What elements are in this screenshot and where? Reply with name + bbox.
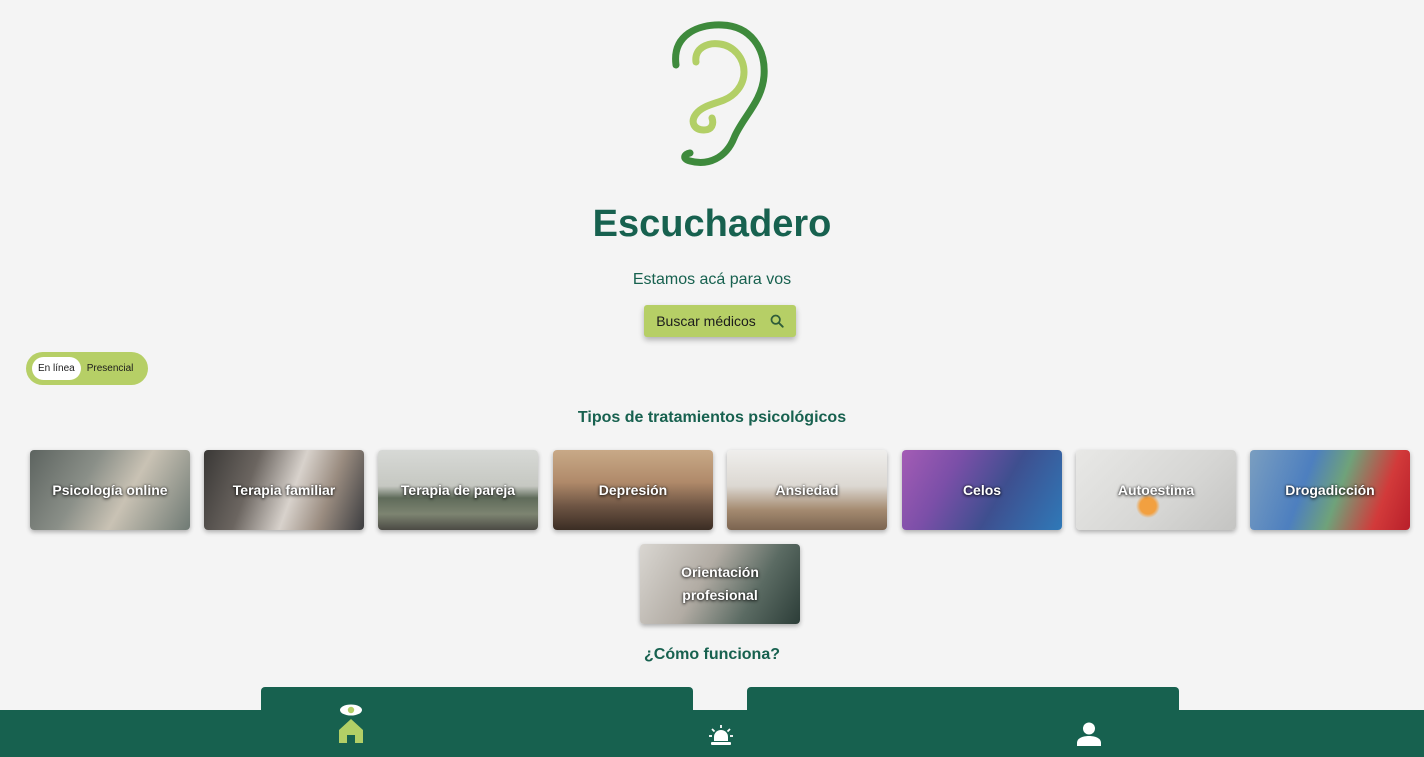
card-label: Autoestima <box>1117 481 1195 498</box>
search-icon <box>770 314 784 328</box>
card-label: Terapia de pareja <box>400 481 516 498</box>
treatment-card-depresion[interactable]: Depresión <box>553 450 713 530</box>
card-label: Depresión <box>598 481 668 498</box>
treatments-title: Tipos de tratamientos psicológicos <box>577 409 847 426</box>
mode-toggle[interactable]: En línea Presencial <box>26 352 148 385</box>
toggle-option-in-person[interactable]: Presencial <box>81 357 140 380</box>
card-label: Drogadicción <box>1285 481 1375 498</box>
treatment-card-autoestima[interactable]: Autoestima <box>1076 450 1236 530</box>
tagline: Estamos acá para vos <box>632 271 792 288</box>
card-label: Terapia familiar <box>232 481 336 498</box>
treatment-card-drogadiccion[interactable]: Drogadicción <box>1250 450 1410 530</box>
user-icon <box>1077 722 1101 746</box>
card-label: Celos <box>962 481 1002 498</box>
how-it-works-title: ¿Cómo funciona? <box>644 646 780 663</box>
treatment-card-terapia-pareja[interactable]: Terapia de pareja <box>378 450 538 530</box>
treatment-card-psicologia-online[interactable]: Psicología online <box>30 450 190 530</box>
nav-item-home[interactable] <box>337 704 365 746</box>
nav-item-profile[interactable] <box>1077 722 1101 746</box>
treatment-card-orientacion-profesional[interactable]: Orientación profesional <box>640 544 800 624</box>
treatment-card-celos[interactable]: Celos <box>902 450 1062 530</box>
card-label: Psicología online <box>52 481 168 498</box>
ear-icon <box>672 21 768 166</box>
bottom-nav <box>0 704 1424 757</box>
search-doctors-button[interactable]: Buscar médicos <box>644 305 796 337</box>
treatment-card-terapia-familiar[interactable]: Terapia familiar <box>204 450 364 530</box>
search-button-label: Buscar médicos <box>656 313 756 329</box>
app-title: Escuchadero <box>592 203 832 245</box>
treatment-card-ansiedad[interactable]: Ansiedad <box>727 450 887 530</box>
home-icon <box>339 704 363 743</box>
card-label: Ansiedad <box>775 481 839 498</box>
toggle-option-online[interactable]: En línea <box>32 357 81 380</box>
siren-icon <box>709 725 733 745</box>
card-label: Orientación profesional <box>681 564 759 603</box>
nav-item-alerts[interactable] <box>709 724 733 746</box>
